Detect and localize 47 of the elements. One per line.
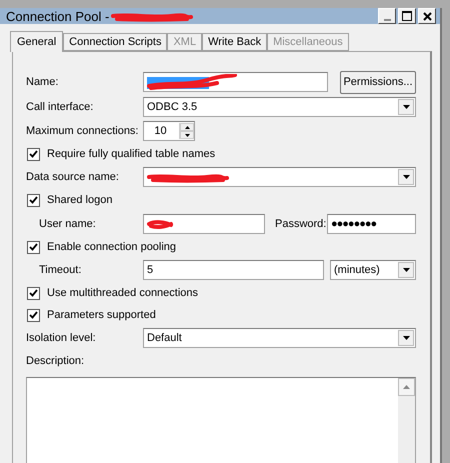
scrollbar[interactable]: [398, 378, 415, 463]
field-label: Timeout:: [38, 264, 82, 276]
checkbox-label: Enable connection pooling: [47, 241, 176, 253]
field-label: Call interface:: [26, 101, 94, 113]
checkbox-label: Shared logon: [47, 194, 112, 206]
checkbox[interactable]: [27, 286, 40, 300]
user-name-field[interactable]: [143, 214, 265, 234]
dropdown-arrow-icon: [402, 175, 410, 179]
window-title: Connection Pool -: [6, 8, 110, 24]
field-label: Maximum connections:: [26, 125, 140, 137]
spinner-arrows-icon[interactable]: [179, 123, 194, 139]
checkbox[interactable]: [27, 148, 40, 160]
password-field[interactable]: ●●●●●●●●: [327, 214, 416, 234]
dropdown-field[interactable]: ODBC 3.5: [143, 97, 416, 117]
checkbox[interactable]: [27, 194, 40, 206]
dropdown-field[interactable]: Default: [143, 328, 416, 348]
tab[interactable]: Write Back: [202, 33, 268, 51]
name-field[interactable]: [143, 72, 328, 92]
description-field[interactable]: [26, 377, 416, 463]
minimize-icon: [384, 18, 390, 20]
tab[interactable]: General: [10, 31, 64, 52]
close-icon: [422, 12, 432, 20]
field-label: Data source name:: [26, 171, 120, 183]
field-label: Description:: [26, 355, 86, 367]
field-label: Password:: [274, 218, 325, 230]
spin-field[interactable]: 10: [143, 121, 195, 141]
close-button[interactable]: [418, 8, 436, 24]
field-label: Isolation level:: [26, 332, 97, 344]
minimize-button[interactable]: [378, 8, 396, 24]
scroll-up-icon[interactable]: [403, 385, 410, 389]
checkbox-label: Require fully qualified table names: [47, 148, 216, 160]
field-label: User name:: [38, 218, 97, 230]
unit-dropdown[interactable]: (minutes): [330, 260, 416, 280]
dropdown-arrow-icon: [402, 268, 410, 272]
checkbox-label: Parameters supported: [47, 309, 156, 321]
field-label: Name:: [26, 76, 60, 88]
checkbox[interactable]: [27, 308, 40, 322]
checkbox[interactable]: [27, 240, 40, 254]
dropdown-field[interactable]: [143, 167, 416, 187]
timeout-field[interactable]: 5: [143, 260, 324, 280]
maximize-icon: [402, 11, 412, 21]
dropdown-arrow-icon: [402, 105, 410, 109]
permissions-button[interactable]: Permissions...: [340, 70, 416, 94]
tab[interactable]: Connection Scripts: [63, 33, 168, 51]
dropdown-arrow-icon: [402, 336, 410, 340]
checkbox-label: Use multithreaded connections: [47, 287, 198, 299]
maximize-button[interactable]: [398, 8, 416, 24]
